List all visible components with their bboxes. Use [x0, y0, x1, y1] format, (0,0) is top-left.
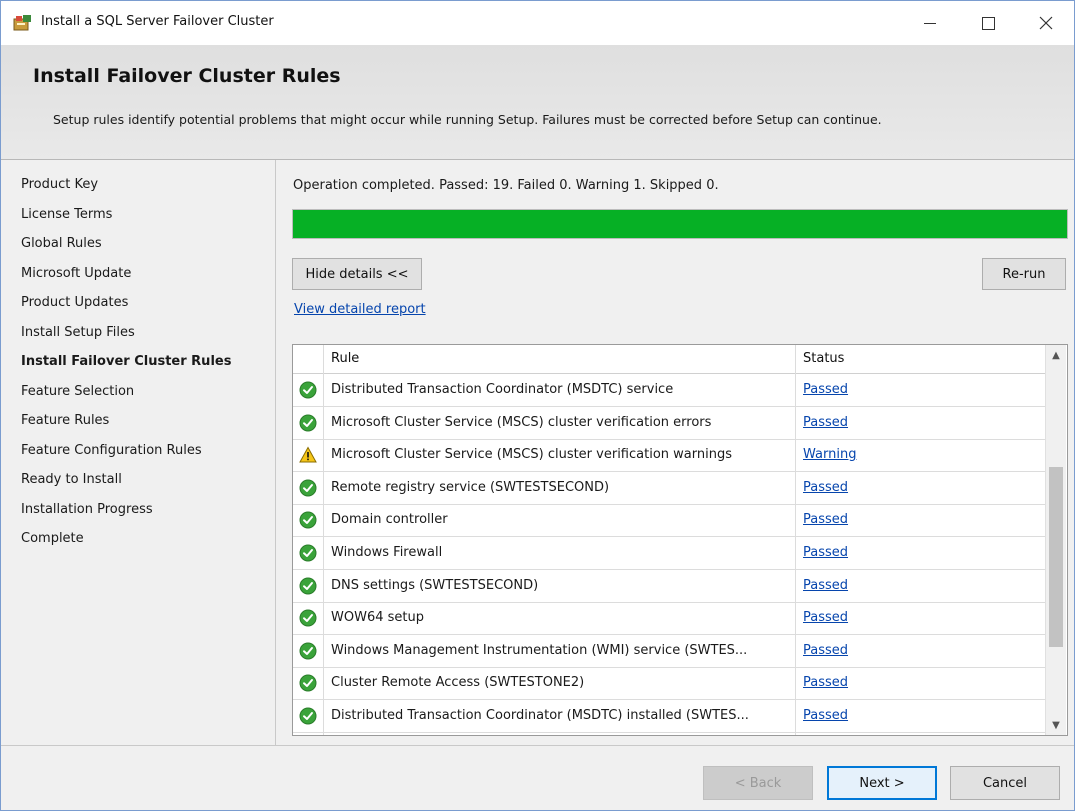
check-icon	[299, 381, 317, 399]
check-icon	[299, 511, 317, 529]
wizard-steps-nav: Product Key License Terms Global Rules M…	[1, 160, 276, 745]
minimize-icon	[924, 22, 936, 24]
nav-item-feature-rules[interactable]: Feature Rules	[21, 413, 109, 428]
rule-status-link[interactable]: Passed	[803, 675, 848, 690]
check-icon	[299, 642, 317, 660]
setup-window: Install a SQL Server Failover Cluster In…	[0, 0, 1075, 811]
rule-name: WOW64 setup	[331, 610, 424, 626]
next-button[interactable]: Next >	[827, 766, 937, 800]
nav-item-complete[interactable]: Complete	[21, 531, 84, 546]
rule-status-link[interactable]: Warning	[803, 447, 856, 462]
nav-item-product-key[interactable]: Product Key	[21, 177, 98, 192]
minimize-button[interactable]	[901, 1, 959, 45]
rules-table: Rule Status Distributed Transaction Coor…	[292, 344, 1068, 736]
warning-icon	[299, 446, 317, 464]
rule-name: Domain controller	[331, 512, 448, 528]
rule-status-link[interactable]: Passed	[803, 415, 848, 430]
column-header-status[interactable]: Status	[803, 351, 844, 366]
nav-item-global-rules[interactable]: Global Rules	[21, 236, 102, 251]
table-row[interactable]: Distributed Transaction Coordinator (MSD…	[293, 374, 1045, 407]
page-title: Install Failover Cluster Rules	[33, 65, 341, 87]
table-row[interactable]: Cluster Remote Access (SWTESTONE2) Passed	[293, 667, 1045, 701]
scroll-up-arrow-icon[interactable]: ▲	[1046, 345, 1066, 365]
maximize-icon	[981, 16, 995, 30]
scrollbar-thumb[interactable]	[1049, 467, 1063, 647]
nav-item-install-failover-cluster-rules[interactable]: Install Failover Cluster Rules	[21, 354, 231, 369]
nav-item-installation-progress[interactable]: Installation Progress	[21, 502, 153, 517]
rule-name: Distributed Transaction Coordinator (MSD…	[331, 708, 749, 723]
check-icon	[299, 414, 317, 432]
nav-item-product-updates[interactable]: Product Updates	[21, 295, 128, 310]
table-row[interactable]: Distributed Transaction Coordinator (MSD…	[293, 700, 1045, 733]
progress-bar-fill	[293, 210, 1067, 238]
nav-item-install-setup-files[interactable]: Install Setup Files	[21, 325, 135, 340]
check-icon	[299, 674, 317, 692]
page-header: Install Failover Cluster Rules Setup rul…	[1, 45, 1074, 160]
rule-status-link[interactable]: Passed	[803, 480, 848, 495]
column-header-rule[interactable]: Rule	[331, 351, 359, 366]
check-icon	[299, 577, 317, 595]
rule-status-link[interactable]: Passed	[803, 545, 848, 560]
check-icon	[299, 707, 317, 725]
view-detailed-report-link[interactable]: View detailed report	[294, 302, 426, 317]
maximize-button[interactable]	[959, 1, 1017, 45]
main-panel: Operation completed. Passed: 19. Failed …	[276, 160, 1074, 745]
progress-bar	[292, 209, 1068, 239]
operation-status-text: Operation completed. Passed: 19. Failed …	[293, 178, 719, 193]
table-scrollbar[interactable]: ▲ ▼	[1045, 345, 1066, 735]
table-row[interactable]: WOW64 setup Passed	[293, 602, 1045, 636]
nav-item-license-terms[interactable]: License Terms	[21, 207, 112, 222]
rule-name: Cluster Remote Access (SWTESTONE2)	[331, 675, 585, 691]
rule-name: Microsoft Cluster Service (MSCS) cluster…	[331, 447, 732, 463]
rule-name: Microsoft Cluster Service (MSCS) cluster…	[331, 414, 712, 430]
close-icon	[1039, 16, 1053, 30]
rule-status-link[interactable]: Passed	[803, 512, 848, 527]
check-icon	[299, 609, 317, 627]
rule-status-link[interactable]: Passed	[803, 708, 848, 723]
wizard-footer: < Back Next > Cancel	[1, 745, 1074, 810]
rule-name: Windows Firewall	[331, 545, 443, 560]
check-icon	[299, 479, 317, 497]
nav-item-ready-to-install[interactable]: Ready to Install	[21, 472, 122, 487]
hide-details-button[interactable]: Hide details <<	[292, 258, 422, 290]
rerun-button[interactable]: Re-run	[982, 258, 1066, 290]
nav-item-feature-configuration-rules[interactable]: Feature Configuration Rules	[21, 443, 202, 458]
title-bar: Install a SQL Server Failover Cluster	[1, 1, 1074, 45]
check-icon	[299, 544, 317, 562]
rule-status-link[interactable]: Passed	[803, 643, 848, 658]
page-description: Setup rules identify potential problems …	[53, 112, 882, 127]
table-row[interactable]: Windows Management Instrumentation (WMI)…	[293, 635, 1045, 668]
back-button[interactable]: < Back	[703, 766, 813, 800]
rule-name: Distributed Transaction Coordinator (MSD…	[331, 382, 674, 397]
rule-status-link[interactable]: Passed	[803, 578, 848, 593]
close-button[interactable]	[1017, 1, 1074, 45]
rule-name: Remote registry service (SWTESTSECOND)	[331, 479, 610, 495]
table-row[interactable]: DNS settings (SWTESTSECOND) Passed	[293, 570, 1045, 603]
scroll-down-arrow-icon[interactable]: ▼	[1046, 715, 1066, 735]
rule-name: Windows Management Instrumentation (WMI)…	[331, 642, 748, 658]
cancel-button[interactable]: Cancel	[950, 766, 1060, 800]
table-row[interactable]: Domain controller Passed	[293, 504, 1045, 538]
table-row[interactable]: Remote registry service (SWTESTSECOND) Pa…	[293, 472, 1045, 505]
table-row[interactable]: Windows Firewall Passed	[293, 537, 1045, 570]
table-row[interactable]: Microsoft Cluster Service (MSCS) cluster…	[293, 407, 1045, 440]
window-title: Install a SQL Server Failover Cluster	[41, 14, 274, 29]
nav-item-feature-selection[interactable]: Feature Selection	[21, 384, 134, 399]
rule-status-link[interactable]: Passed	[803, 382, 848, 397]
table-row[interactable]: Microsoft Cluster Service (MSCS) cluster…	[293, 439, 1045, 473]
rule-status-link[interactable]: Passed	[803, 610, 848, 625]
rule-name: DNS settings (SWTESTSECOND)	[331, 577, 539, 593]
nav-item-microsoft-update[interactable]: Microsoft Update	[21, 266, 131, 281]
rules-table-header: Rule Status	[293, 345, 1045, 374]
sql-setup-app-icon	[13, 14, 33, 32]
